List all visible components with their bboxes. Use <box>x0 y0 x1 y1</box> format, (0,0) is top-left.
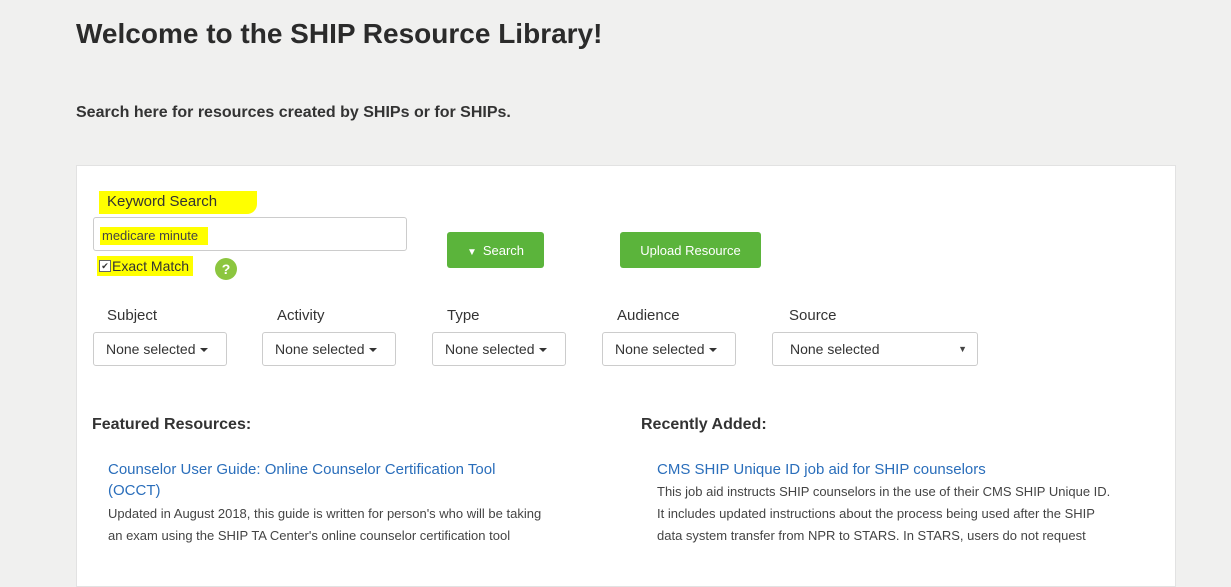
exact-match-option[interactable]: ✔ Exact Match <box>97 256 194 276</box>
featured-resource-title-line2: (OCCT) <box>108 482 161 499</box>
featured-desc-line1: Updated in August 2018, this guide is wr… <box>108 506 542 521</box>
subject-dropdown[interactable]: None selected <box>93 332 227 366</box>
audience-dropdown[interactable]: None selected <box>602 332 736 366</box>
exact-match-checkbox[interactable]: ✔ <box>99 260 111 272</box>
upload-resource-button[interactable]: Upload Resource <box>620 232 761 268</box>
keyword-search-input[interactable]: medicare minute <box>93 217 407 251</box>
recent-desc-line2: It includes updated instructions about t… <box>657 506 1095 521</box>
filter-label-audience: Audience <box>617 307 680 324</box>
recent-desc-line3: data system transfer from NPR to STARS. … <box>657 528 1086 543</box>
keyword-search-label: Keyword Search <box>99 191 258 214</box>
caret-down-icon <box>199 348 208 353</box>
audience-dropdown-value: None selected <box>615 341 705 357</box>
filter-label-subject: Subject <box>107 307 158 324</box>
featured-resource-link[interactable]: Counselor User Guide: Online Counselor C… <box>108 459 495 501</box>
subject-dropdown-value: None selected <box>106 341 196 357</box>
caret-down-icon <box>538 348 547 353</box>
source-select-value: None selected <box>790 341 880 357</box>
recent-resource-description: This job aid instructs SHIP counselors i… <box>657 481 1110 547</box>
page-subtitle: Search here for resources created by SHI… <box>76 104 511 121</box>
source-select[interactable]: None selected ▼ <box>772 332 978 366</box>
activity-dropdown-value: None selected <box>275 341 365 357</box>
exact-match-label: Exact Match <box>112 258 190 274</box>
help-icon[interactable]: ? <box>215 258 237 280</box>
recently-added-heading: Recently Added: <box>641 416 767 433</box>
featured-resources-heading: Featured Resources: <box>92 416 252 433</box>
featured-resource-title-line1: Counselor User Guide: Online Counselor C… <box>108 461 496 478</box>
recent-resource-link[interactable]: CMS SHIP Unique ID job aid for SHIP coun… <box>657 459 986 480</box>
featured-resource-description: Updated in August 2018, this guide is wr… <box>108 503 541 547</box>
type-dropdown[interactable]: None selected <box>432 332 566 366</box>
caret-down-icon <box>708 348 717 353</box>
type-dropdown-value: None selected <box>445 341 535 357</box>
search-panel: Keyword Search medicare minute ✔ Exact M… <box>76 165 1176 587</box>
keyword-search-value: medicare minute <box>100 227 209 245</box>
select-arrow-icon: ▼ <box>958 344 967 354</box>
filter-label-activity: Activity <box>277 307 325 324</box>
search-button-label: Search <box>482 242 525 258</box>
page-title: Welcome to the SHIP Resource Library! <box>76 18 603 49</box>
recent-desc-line1: This job aid instructs SHIP counselors i… <box>657 484 1111 499</box>
activity-dropdown[interactable]: None selected <box>262 332 396 366</box>
filter-label-source: Source <box>789 307 837 324</box>
filter-icon: ▼ <box>466 246 477 258</box>
caret-down-icon <box>368 348 377 353</box>
featured-desc-line2: an exam using the SHIP TA Center's onlin… <box>108 528 511 543</box>
search-button[interactable]: ▼ Search <box>447 232 544 268</box>
filter-label-type: Type <box>447 307 480 324</box>
